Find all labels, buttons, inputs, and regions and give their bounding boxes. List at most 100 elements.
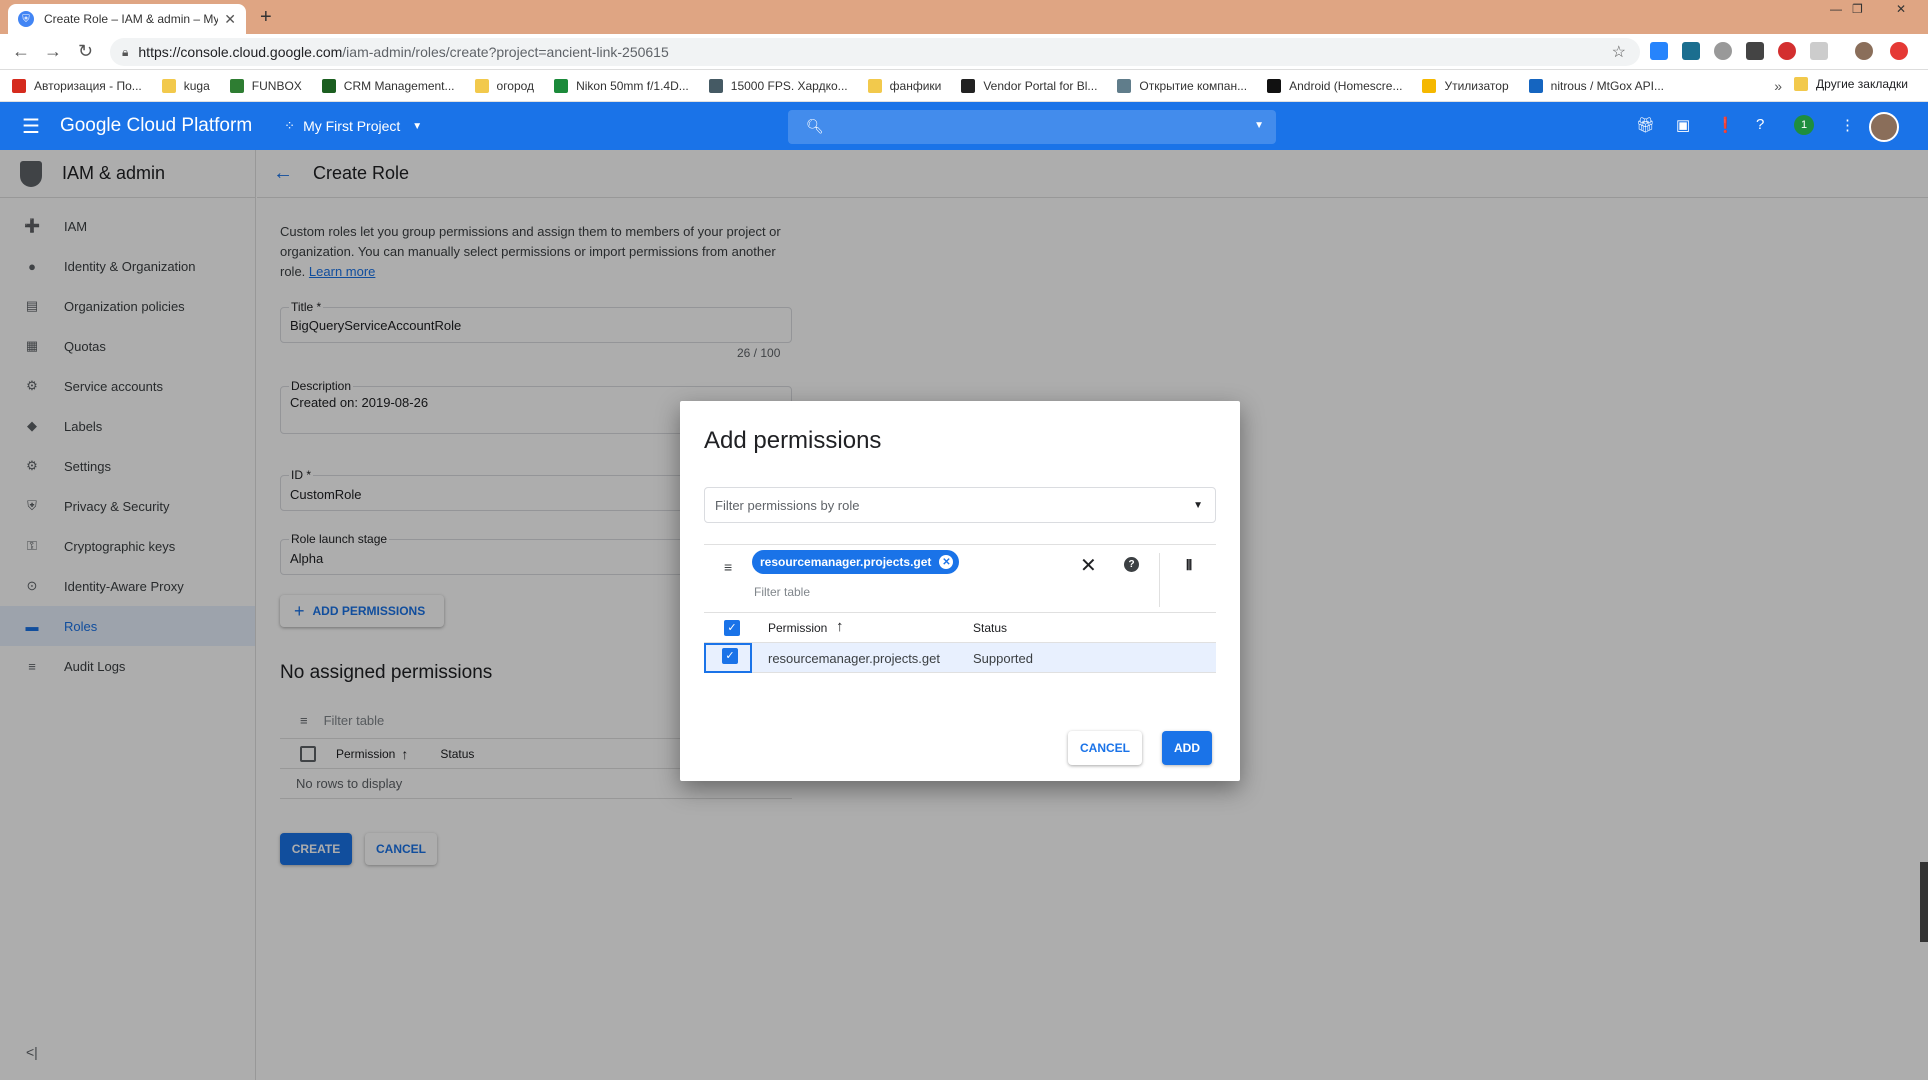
address-bar[interactable]: 🔒︎ https://console.cloud.google.com/iam-… — [110, 38, 1640, 66]
cloud-shell-icon[interactable]: ▣ — [1676, 116, 1690, 134]
bookmark-label: Утилизатор — [1444, 78, 1509, 93]
bookmark-item[interactable]: огород — [474, 78, 534, 93]
account-avatar[interactable] — [1869, 112, 1899, 142]
bookmark-label: kuga — [183, 78, 210, 93]
browser-tab[interactable]: ⛨ Create Role – IAM & admin – My ✕ — [8, 4, 246, 34]
role-filter-placeholder: Filter permissions by role — [715, 498, 860, 513]
url-host: https://console.cloud.google.com — [138, 44, 343, 60]
bookmark-item[interactable]: Nikon 50mm f/1.4D... — [554, 78, 689, 93]
bookmark-label: Открытие компан... — [1139, 78, 1248, 93]
dialog-add-button[interactable]: ADD — [1162, 731, 1212, 765]
bookmark-label: Nikon 50mm f/1.4D... — [576, 78, 689, 93]
bookmark-favicon-icon — [12, 78, 26, 93]
bookmark-star-icon[interactable]: ☆ — [1612, 42, 1626, 62]
project-name: My First Project — [303, 118, 401, 134]
help-icon[interactable]: ? — [1756, 116, 1764, 133]
extension-icon[interactable] — [1682, 42, 1700, 60]
lock-icon: 🔒︎ — [122, 44, 129, 59]
extension-icon[interactable] — [1810, 42, 1828, 60]
extension-icon[interactable] — [1714, 42, 1732, 60]
bookmark-item[interactable]: Утилизатор — [1422, 78, 1509, 93]
other-bookmarks-folder[interactable]: Другие закладки — [1794, 77, 1908, 91]
dropdown-arrow-icon: ▼ — [1193, 500, 1203, 511]
table-row[interactable]: ✓ resourcemanager.projects.get Supported — [704, 643, 1216, 673]
column-permission[interactable]: Permission — [768, 621, 827, 635]
permission-cell: resourcemanager.projects.get — [768, 651, 940, 666]
notifications-badge[interactable]: 1 — [1794, 115, 1814, 135]
dialog-cancel-button[interactable]: CANCEL — [1068, 731, 1142, 765]
bookmark-item[interactable]: фанфики — [867, 78, 942, 93]
help-icon[interactable]: ? — [1124, 557, 1139, 572]
forward-icon[interactable]: → — [44, 41, 62, 62]
bookmark-favicon-icon — [161, 78, 176, 93]
new-tab-icon[interactable]: + — [260, 6, 272, 29]
column-status[interactable]: Status — [973, 621, 1007, 635]
browser-toolbar: ← → ↻ 🔒︎ https://console.cloud.google.co… — [0, 34, 1928, 70]
back-icon[interactable]: ← — [12, 41, 30, 62]
bookmark-item[interactable]: Авторизация - По... — [12, 78, 142, 93]
chevron-down-icon: ▼ — [412, 120, 423, 132]
select-all-checkbox[interactable]: ✓ — [724, 620, 740, 636]
filter-icon: ≡ — [724, 559, 733, 575]
dialog-title: Add permissions — [704, 427, 882, 454]
product-title[interactable]: Google Cloud Platform — [60, 115, 252, 137]
scrollbar[interactable] — [1920, 862, 1928, 942]
bookmark-item[interactable]: FUNBOX — [229, 78, 302, 93]
bookmark-favicon-icon — [1117, 78, 1132, 93]
bookmarks-bar: Авторизация - По... kuga FUNBOX CRM Managem… — [0, 70, 1928, 102]
close-window-icon[interactable]: ✕ — [1896, 2, 1906, 16]
remove-chip-icon[interactable]: ✕ — [939, 555, 954, 569]
bookmark-label: Android (Homescre... — [1289, 78, 1403, 93]
row-checkbox[interactable]: ✓ — [722, 648, 738, 664]
filter-by-role-select[interactable]: Filter permissions by role ▼ — [704, 487, 1216, 523]
dropbox-extension-icon[interactable] — [1650, 42, 1668, 60]
add-permissions-dialog: Add permissions Filter permissions by ro… — [680, 401, 1240, 781]
feedback-icon[interactable]: ❗ — [1716, 116, 1735, 134]
bookmark-favicon-icon — [1422, 78, 1437, 93]
sort-arrow-icon[interactable]: ↑ — [836, 618, 844, 635]
table-header: ✓ Permission ↑ Status — [704, 613, 1216, 643]
bookmark-item[interactable]: CRM Management... — [321, 78, 455, 93]
extension-icon[interactable] — [1746, 42, 1764, 60]
minimize-icon[interactable]: — — [1830, 2, 1842, 16]
bookmark-label: фанфики — [889, 78, 942, 93]
reload-icon[interactable]: ↻ — [78, 41, 93, 62]
restore-icon[interactable]: ❐ — [1852, 2, 1863, 16]
bookmark-favicon-icon — [961, 78, 976, 93]
menu-icon[interactable]: ☰ — [22, 114, 40, 139]
status-cell: Supported — [973, 651, 1033, 666]
bookmark-item[interactable]: nitrous / MtGox API... — [1528, 78, 1664, 93]
bookmark-label: FUNBOX — [251, 78, 302, 93]
extension-icon[interactable] — [1778, 42, 1796, 60]
filter-chip[interactable]: resourcemanager.projects.get ✕ — [752, 550, 960, 574]
tab-title: Create Role – IAM & admin – My — [44, 12, 219, 26]
filter-chip-label: resourcemanager.projects.get — [760, 555, 932, 569]
update-icon[interactable] — [1890, 42, 1908, 60]
bookmark-favicon-icon — [867, 78, 882, 93]
search-icon: 🔍︎ — [806, 118, 824, 134]
bookmark-item[interactable]: kuga — [161, 78, 210, 93]
gift-icon[interactable]: 🎁︎ — [1636, 116, 1655, 134]
bookmark-label: 15000 FPS. Хардко... — [730, 78, 848, 93]
bookmark-favicon-icon — [474, 78, 489, 93]
more-bookmarks-icon[interactable]: » — [1774, 78, 1782, 94]
bookmark-favicon-icon — [1528, 78, 1543, 93]
project-selector[interactable]: ⁘ My First Project ▼ — [284, 118, 422, 134]
filter-table-input[interactable]: Filter table — [754, 585, 810, 599]
browser-tab-bar: ⛨ Create Role – IAM & admin – My ✕ + — ❐… — [0, 0, 1928, 34]
more-vert-icon[interactable]: ⋮ — [1840, 116, 1855, 134]
bookmark-item[interactable]: Vendor Portal for Bl... — [961, 78, 1098, 93]
close-tab-icon[interactable]: ✕ — [224, 11, 236, 28]
bookmark-favicon-icon — [708, 78, 723, 93]
column-display-icon[interactable]: ⦀ — [1186, 557, 1192, 574]
permissions-table: ≡ resourcemanager.projects.get ✕ Filter … — [704, 544, 1216, 673]
bookmark-item[interactable]: 15000 FPS. Хардко... — [708, 78, 848, 93]
bookmark-item[interactable]: Android (Homescre... — [1267, 78, 1403, 93]
clear-filter-icon[interactable]: ✕ — [1080, 553, 1097, 578]
bookmark-item[interactable]: Открытие компан... — [1117, 78, 1248, 93]
search-input[interactable]: 🔍︎ ▼ — [788, 110, 1276, 144]
url-path: /iam-admin/roles/create?project=ancient-… — [342, 44, 669, 60]
profile-avatar[interactable] — [1855, 42, 1873, 60]
bookmark-label: Vendor Portal for Bl... — [983, 78, 1098, 93]
chevron-down-icon[interactable]: ▼ — [1254, 120, 1264, 131]
